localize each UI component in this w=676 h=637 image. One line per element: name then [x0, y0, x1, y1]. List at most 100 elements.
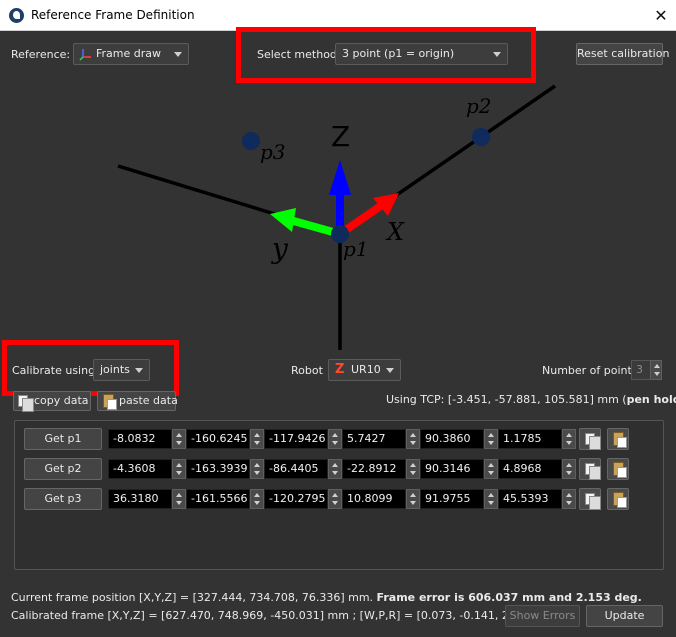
x-axis-label: X	[385, 218, 405, 246]
p3-joint-3-stepper[interactable]	[328, 489, 342, 509]
p1-joint-6-stepper[interactable]	[562, 429, 576, 449]
p2-copy-button[interactable]	[579, 458, 601, 480]
method-label: Select method:	[257, 48, 341, 61]
app-logo-icon	[9, 8, 24, 23]
frame-error-text: Frame error is 606.037 mm and 2.153 deg.	[376, 591, 642, 604]
tcp-text: Using TCP: [-3.451, -57.881, 105.581] mm…	[386, 393, 627, 406]
y-axis-label: y	[270, 232, 289, 265]
get-p3-button[interactable]: Get p3	[24, 488, 102, 510]
calibrated-frame-status: Calibrated frame [X,Y,Z] = [627.470, 748…	[11, 609, 562, 622]
point-p2	[472, 128, 490, 146]
p3-joint-3-field[interactable]: -120.2795	[264, 489, 328, 509]
p3-label: p3	[260, 140, 286, 164]
p1-joint-5-field[interactable]: 90.3860	[420, 429, 484, 449]
p1-joint-1-stepper[interactable]	[172, 429, 186, 449]
p2-joint-6-stepper[interactable]	[562, 459, 576, 479]
copy-icon	[585, 433, 601, 450]
p3-joint-6-field[interactable]: 45.5393	[498, 489, 562, 509]
copy-icon	[585, 463, 601, 480]
p1-joint-4-stepper[interactable]	[406, 429, 420, 449]
paste-data-label: paste data	[119, 394, 178, 407]
point-p3	[242, 132, 260, 150]
paste-icon	[613, 492, 627, 508]
robot-value: UR10	[351, 363, 381, 376]
p3-joint-6-stepper[interactable]	[562, 489, 576, 509]
p1-joint-4-field[interactable]: 5.7427	[342, 429, 406, 449]
method-dropdown[interactable]: 3 point (p1 = origin)	[335, 43, 508, 65]
p1-joint-3-stepper[interactable]	[328, 429, 342, 449]
p2-joint-4-stepper[interactable]	[406, 459, 420, 479]
calibrate-value: joints	[100, 363, 130, 376]
p3-joint-2-field[interactable]: -161.5566	[186, 489, 250, 509]
copy-data-label: copy data	[34, 394, 89, 407]
p1-joint-2-field[interactable]: -160.6245	[186, 429, 250, 449]
copy-icon	[585, 493, 601, 510]
close-icon[interactable]: ✕	[646, 0, 676, 31]
tcp-tool-name: pen holder	[626, 393, 676, 406]
chevron-down-icon	[135, 368, 143, 373]
y-arrowhead	[270, 208, 296, 232]
p1-joint-3-field[interactable]: -117.9426	[264, 429, 328, 449]
robot-label: Robot	[291, 364, 323, 377]
show-errors-button[interactable]: Show Errors	[505, 605, 580, 627]
get-p2-button[interactable]: Get p2	[24, 458, 102, 480]
p2-joint-3-stepper[interactable]	[328, 459, 342, 479]
title-bar: Reference Frame Definition ✕	[0, 0, 676, 31]
paste-data-button[interactable]: paste data	[97, 391, 178, 411]
robot-dropdown[interactable]: Z UR10	[328, 359, 401, 381]
frame-diagram: Z y X p1 p2 p3	[117, 84, 556, 350]
reference-value: Frame draw	[96, 47, 162, 60]
chevron-down-icon	[493, 52, 501, 57]
chevron-down-icon	[386, 368, 394, 373]
copy-data-button[interactable]: copy data	[13, 391, 91, 412]
p2-joint-1-stepper[interactable]	[172, 459, 186, 479]
p2-joint-1-field[interactable]: -4.3608	[108, 459, 172, 479]
method-value: 3 point (p1 = origin)	[342, 47, 455, 60]
reference-label: Reference:	[11, 48, 71, 61]
frame-position-text: Current frame position [X,Y,Z] = [327.44…	[11, 591, 377, 604]
frame-position-status: Current frame position [X,Y,Z] = [327.44…	[11, 591, 642, 604]
p2-joint-4-field[interactable]: -22.8912	[342, 459, 406, 479]
p3-joint-1-stepper[interactable]	[172, 489, 186, 509]
p3-joint-5-stepper[interactable]	[484, 489, 498, 509]
p3-paste-button[interactable]	[607, 488, 629, 510]
copy-icon	[18, 395, 34, 412]
p3-copy-button[interactable]	[579, 488, 601, 510]
p2-joint-5-field[interactable]: 90.3146	[420, 459, 484, 479]
p2-joint-2-field[interactable]: -163.3939	[186, 459, 250, 479]
paste-icon	[103, 394, 117, 410]
p1-joint-5-stepper[interactable]	[484, 429, 498, 449]
p2-joint-6-field[interactable]: 4.8968	[498, 459, 562, 479]
p2-joint-5-stepper[interactable]	[484, 459, 498, 479]
p1-copy-button[interactable]	[579, 428, 601, 450]
tcp-info: Using TCP: [-3.451, -57.881, 105.581] mm…	[386, 393, 676, 406]
p2-paste-button[interactable]	[607, 458, 629, 480]
number-of-points-field[interactable]: 3	[631, 360, 651, 380]
robot-icon: Z	[335, 362, 345, 377]
p3-joint-2-stepper[interactable]	[250, 489, 264, 509]
p1-paste-button[interactable]	[607, 428, 629, 450]
number-of-points-stepper[interactable]	[650, 360, 662, 380]
calibrate-label: Calibrate using:	[12, 364, 99, 377]
reference-dropdown[interactable]: Frame draw	[73, 43, 189, 65]
p1-label: p1	[343, 237, 369, 261]
p1-joint-1-field[interactable]: -8.0832	[108, 429, 172, 449]
p3-joint-1-field[interactable]: 36.3180	[108, 489, 172, 509]
z-axis-label: Z	[331, 120, 350, 153]
z-arrowhead	[329, 160, 351, 195]
p2-joint-2-stepper[interactable]	[250, 459, 264, 479]
p1-joint-2-stepper[interactable]	[250, 429, 264, 449]
p2-joint-3-field[interactable]: -86.4405	[264, 459, 328, 479]
p3-joint-5-field[interactable]: 91.9755	[420, 489, 484, 509]
calibrate-dropdown[interactable]: joints	[93, 359, 150, 381]
update-button[interactable]: Update	[586, 605, 663, 627]
p3-joint-4-field[interactable]: 10.8099	[342, 489, 406, 509]
window-title: Reference Frame Definition	[31, 8, 195, 22]
reset-calibration-button[interactable]: Reset calibration	[576, 43, 669, 65]
paste-icon	[613, 432, 627, 448]
number-of-points-label: Number of points	[542, 364, 638, 377]
p1-joint-6-field[interactable]: 1.1785	[498, 429, 562, 449]
paste-icon	[613, 462, 627, 478]
p3-joint-4-stepper[interactable]	[406, 489, 420, 509]
get-p1-button[interactable]: Get p1	[24, 428, 102, 450]
